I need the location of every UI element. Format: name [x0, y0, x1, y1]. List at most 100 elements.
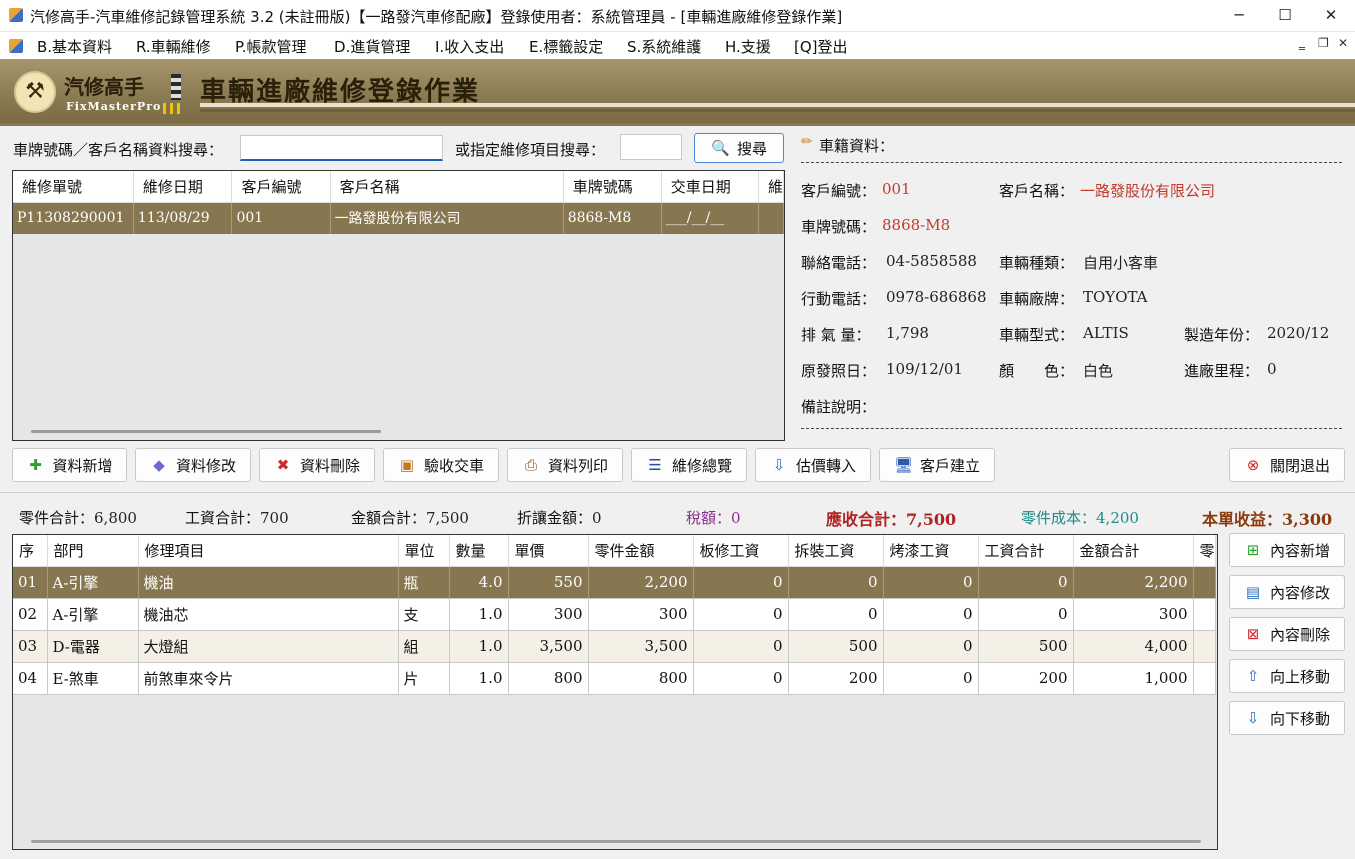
mdi-minimize-button[interactable]: ‗	[1299, 36, 1305, 50]
menu-vehicle-repair[interactable]: R.車輛維修	[136, 36, 211, 57]
menu-purchasing[interactable]: D.進貨管理	[334, 36, 410, 57]
table-row[interactable]: 04 E-煞車 前煞車來令片 片 1.0 800 800 0 200 0 200…	[13, 662, 1216, 695]
add-record-button[interactable]: ✚ 資料新增	[12, 448, 127, 482]
registration-date-label: 原發照日：	[801, 362, 877, 380]
col-truncated[interactable]: 維	[758, 171, 784, 203]
mdi-restore-button[interactable]: ❐	[1318, 36, 1329, 50]
item-search-input[interactable]	[620, 134, 682, 160]
yellow-bar-decoration	[177, 103, 180, 114]
color-label: 顏 色：	[999, 362, 1075, 380]
cell-unit: 組	[398, 630, 450, 663]
cell-assembly-labor: 0	[788, 598, 884, 631]
discount-value: 0	[592, 509, 602, 527]
table-row[interactable]: 02 A-引擎 機油芯 支 1.0 300 300 0 0 0 0 300	[13, 598, 1216, 631]
col-paint-labor[interactable]: 烤漆工資	[883, 535, 979, 567]
menu-income-expense[interactable]: I.收入支出	[435, 36, 504, 57]
cell-amount-total: 300	[1073, 598, 1194, 631]
item-add-button[interactable]: ⊞ 內容新增	[1229, 533, 1345, 567]
cell-amount-total: 1,000	[1073, 662, 1194, 695]
cell-plate-no: 8868-M8	[563, 202, 662, 234]
menu-label-settings[interactable]: E.標籤設定	[529, 36, 603, 57]
maximize-button[interactable]: ☐	[1262, 0, 1308, 32]
divider	[801, 428, 1342, 429]
window-title: 汽修高手-汽車維修記錄管理系統 3.2 (未註冊版)【一路發汽車修配廠】登錄使用…	[30, 8, 843, 26]
move-up-label: 向上移動	[1269, 667, 1330, 686]
delete-record-button[interactable]: ✖ 資料刪除	[259, 448, 375, 482]
discount-label: 折讓金額：	[517, 509, 593, 527]
divider	[0, 492, 1355, 493]
col-delivery-date[interactable]: 交車日期	[661, 171, 759, 203]
horizontal-scrollbar[interactable]	[31, 840, 1201, 843]
cell-labor-total: 200	[978, 662, 1074, 695]
col-bodywork-labor[interactable]: 板修工資	[693, 535, 789, 567]
col-parts-amount[interactable]: 零件金額	[588, 535, 694, 567]
amount-total-label: 金額合計：	[351, 509, 427, 527]
receivable-total: 應收合計：7,500	[826, 506, 956, 530]
quote-import-button[interactable]: ⇩ 估價轉入	[755, 448, 871, 482]
col-truncated[interactable]: 零	[1193, 535, 1216, 567]
col-order-no[interactable]: 維修單號	[13, 171, 134, 203]
customer-name-label: 客戶名稱：	[999, 182, 1075, 200]
col-unit[interactable]: 單位	[398, 535, 450, 567]
col-amount-total[interactable]: 金額合計	[1073, 535, 1194, 567]
menu-system-maintenance[interactable]: S.系統維護	[627, 36, 701, 57]
displacement-value: 1,798	[886, 324, 929, 342]
col-department[interactable]: 部門	[47, 535, 139, 567]
col-quantity[interactable]: 數量	[449, 535, 509, 567]
col-seq[interactable]: 序	[13, 535, 48, 567]
plate-search-input[interactable]	[240, 135, 443, 161]
plate-search-label: 車牌號碼／客戶名稱資料搜尋：	[13, 141, 224, 159]
cell-department: A-引擎	[47, 598, 139, 631]
col-repair-item[interactable]: 修理項目	[138, 535, 399, 567]
col-unit-price[interactable]: 單價	[508, 535, 589, 567]
col-plate-no[interactable]: 車牌號碼	[563, 171, 662, 203]
close-exit-button[interactable]: ⊗ 關閉退出	[1229, 448, 1345, 482]
col-customer-name[interactable]: 客戶名稱	[330, 171, 564, 203]
col-repair-date[interactable]: 維修日期	[133, 171, 233, 203]
cell-department: D-電器	[47, 630, 139, 663]
plate-label: 車牌號碼：	[801, 218, 877, 236]
accept-delivery-button[interactable]: ▣ 驗收交車	[383, 448, 499, 482]
menu-support[interactable]: H.支援	[725, 36, 771, 57]
menu-accounts[interactable]: P.帳款管理	[235, 36, 306, 57]
cell-quantity: 1.0	[449, 598, 509, 631]
add-record-label: 資料新增	[52, 456, 113, 475]
yellow-bar-decoration	[163, 103, 166, 114]
table-row[interactable]: 01 A-引擎 機油 瓶 4.0 550 2,200 0 0 0 0 2,200	[13, 566, 1216, 599]
phone-label: 聯絡電話：	[801, 254, 877, 272]
item-delete-button[interactable]: ⊠ 內容刪除	[1229, 617, 1345, 651]
item-edit-button[interactable]: ▤ 內容修改	[1229, 575, 1345, 609]
repair-orders-grid[interactable]: 維修單號 維修日期 客戶編號 客戶名稱 車牌號碼 交車日期 維 P1130829…	[12, 170, 785, 441]
col-assembly-labor[interactable]: 拆裝工資	[788, 535, 884, 567]
labor-total-value: 700	[260, 509, 289, 527]
parts-total-label: 零件合計：	[19, 509, 95, 527]
move-up-button[interactable]: ⇧ 向上移動	[1229, 659, 1345, 693]
search-button-label: 搜尋	[736, 139, 767, 158]
mdi-close-button[interactable]: ✕	[1338, 36, 1348, 50]
close-button[interactable]: ✕	[1308, 0, 1354, 32]
col-customer-no[interactable]: 客戶編號	[231, 171, 331, 203]
repair-overview-button[interactable]: ☰ 維修總覽	[631, 448, 747, 482]
table-row[interactable]: 03 D-電器 大燈組 組 1.0 3,500 3,500 0 500 0 50…	[13, 630, 1216, 663]
repair-items-grid[interactable]: 序 部門 修理項目 單位 數量 單價 零件金額 板修工資 拆裝工資 烤漆工資 工…	[12, 534, 1218, 850]
pencil-icon: ✏	[801, 134, 813, 150]
edit-record-button[interactable]: ◆ 資料修改	[135, 448, 251, 482]
move-down-button[interactable]: ⇩ 向下移動	[1229, 701, 1345, 735]
cell-customer-no: 001	[231, 202, 331, 234]
page-title: 車輛進廠維修登錄作業	[200, 77, 481, 107]
parts-total: 零件合計：6,800	[19, 507, 137, 528]
cell-delivery-date: ___/__/__	[661, 202, 759, 234]
totals-bar: 零件合計：6,800 工資合計：700 金額合計：7,500 折讓金額：0 稅額…	[12, 500, 1342, 530]
orders-header-row: 維修單號 維修日期 客戶編號 客戶名稱 車牌號碼 交車日期 維	[13, 171, 784, 203]
table-row[interactable]: P11308290001 113/08/29 001 一路發股份有限公司 886…	[13, 202, 784, 234]
search-button[interactable]: 🔍 搜尋	[694, 133, 784, 163]
minimize-button[interactable]: ─	[1216, 0, 1262, 32]
cell-bodywork-labor: 0	[693, 630, 789, 663]
menu-logout[interactable]: [Q]登出	[794, 36, 848, 57]
create-customer-button[interactable]: 🖥 客戶建立	[879, 448, 995, 482]
horizontal-scrollbar[interactable]	[31, 430, 381, 433]
print-record-button[interactable]: ⎙ 資料列印	[507, 448, 623, 482]
cell-unit-price: 800	[508, 662, 589, 695]
menu-basic-data[interactable]: B.基本資料	[37, 36, 112, 57]
col-labor-total[interactable]: 工資合計	[978, 535, 1074, 567]
